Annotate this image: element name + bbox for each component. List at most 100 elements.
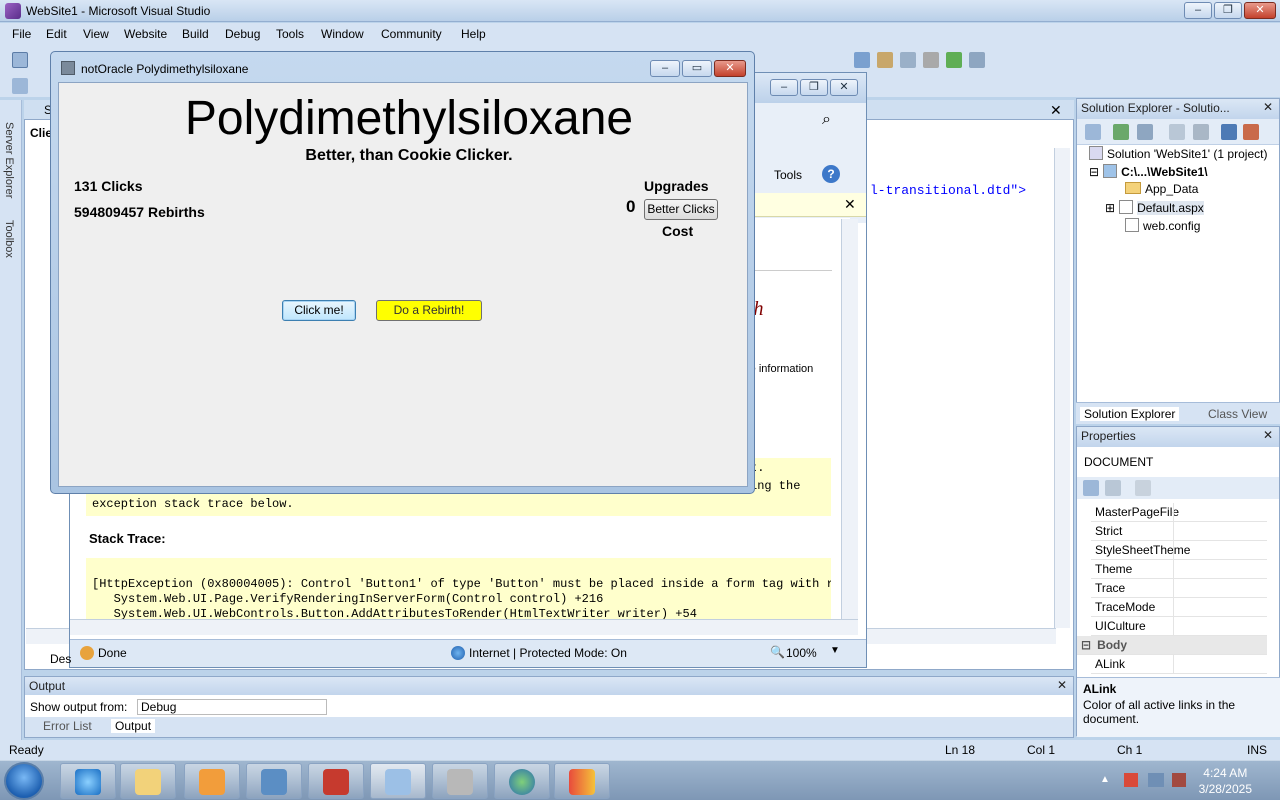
property-row[interactable]: MasterPageFile — [1091, 503, 1267, 522]
app-minimize-button[interactable]: – — [650, 60, 680, 77]
find-icon[interactable] — [854, 52, 870, 68]
taskbar-media-player[interactable] — [184, 763, 240, 799]
tab-error-list[interactable]: Error List — [43, 719, 92, 733]
taskbar-explorer[interactable] — [120, 763, 176, 799]
taskbar-toolbox-app[interactable] — [308, 763, 364, 799]
editor-vertical-scrollbar[interactable] — [1054, 148, 1070, 628]
toolbox-icon[interactable] — [923, 52, 939, 68]
menu-window[interactable]: Window — [321, 27, 364, 41]
nest-related-files-icon[interactable] — [1137, 124, 1153, 140]
zoom-level[interactable]: 100% — [786, 646, 817, 660]
infobar-close-icon[interactable]: ✕ — [844, 196, 856, 213]
command-window-icon[interactable] — [969, 52, 985, 68]
menu-website[interactable]: Website — [124, 27, 167, 41]
new-project-icon[interactable] — [12, 52, 28, 68]
show-hidden-icons-icon[interactable]: ▲ — [1100, 774, 1110, 785]
copy-website-icon[interactable] — [1221, 124, 1237, 140]
tree-item-default-aspx[interactable]: ⊞ Default.aspx — [1105, 200, 1204, 215]
panel-close-icon[interactable]: ✕ — [1263, 100, 1273, 114]
property-pages-icon[interactable] — [1135, 480, 1151, 496]
better-clicks-button[interactable]: Better Clicks — [644, 199, 718, 220]
action-center-icon[interactable] — [1124, 773, 1138, 787]
ie-restore-button[interactable]: ❐ — [800, 79, 828, 96]
stack-line-1: [HttpException (0x80004005): Control 'Bu… — [92, 577, 831, 591]
start-page-icon[interactable] — [946, 52, 962, 68]
categorized-icon[interactable] — [1083, 480, 1099, 496]
taskbar-visual-studio[interactable] — [554, 763, 610, 799]
menu-tools[interactable]: Tools — [276, 27, 304, 41]
panel-close-icon[interactable]: ✕ — [1057, 678, 1067, 692]
asp-net-configuration-icon[interactable] — [1243, 124, 1259, 140]
collapse-icon[interactable]: ⊟ — [1081, 638, 1091, 652]
taskbar-internet-explorer[interactable] — [60, 763, 116, 799]
property-category-body[interactable]: ⊟ Body — [1077, 636, 1267, 655]
app-maximize-button[interactable]: ▭ — [682, 60, 712, 77]
property-row[interactable]: Theme — [1091, 560, 1267, 579]
client-objects-dropdown[interactable]: Clie — [30, 126, 52, 140]
view-code-icon[interactable] — [1169, 124, 1185, 140]
properties-icon[interactable] — [877, 52, 893, 68]
tab-solution-explorer[interactable]: Solution Explorer — [1080, 407, 1180, 421]
refresh-icon[interactable] — [1113, 124, 1129, 140]
collapse-icon[interactable]: ⊟ — [1089, 165, 1099, 179]
tab-class-view[interactable]: Class View — [1208, 407, 1267, 421]
design-tab[interactable]: Des — [50, 652, 71, 666]
object-selector[interactable]: DOCUMENT — [1081, 453, 1275, 473]
property-row[interactable]: Strict — [1091, 522, 1267, 541]
taskbar-computer[interactable] — [246, 763, 302, 799]
restore-button[interactable]: ❐ — [1214, 2, 1242, 19]
menu-file[interactable]: File — [12, 27, 31, 41]
search-icon[interactable]: ⌕ — [822, 111, 831, 129]
taskbar-notoracle-app[interactable] — [370, 763, 426, 799]
ie-close-button[interactable]: ✕ — [830, 79, 858, 96]
zoom-icon[interactable]: 🔍 — [770, 645, 785, 659]
system-clock[interactable]: 4:24 AM 3/28/2025 — [1199, 765, 1252, 797]
menu-edit[interactable]: Edit — [46, 27, 67, 41]
view-designer-icon[interactable] — [1193, 124, 1209, 140]
property-row[interactable]: StyleSheetTheme — [1091, 541, 1267, 560]
property-row[interactable]: ALink — [1091, 655, 1267, 674]
taskbar-globe-app[interactable] — [494, 763, 550, 799]
tab-output[interactable]: Output — [111, 719, 156, 733]
menu-help[interactable]: Help — [461, 27, 486, 41]
panel-close-icon[interactable]: ✕ — [1263, 428, 1273, 442]
rebirth-button[interactable]: Do a Rebirth! — [376, 300, 482, 321]
object-browser-icon[interactable] — [900, 52, 916, 68]
tools-menu[interactable]: Tools — [774, 168, 802, 182]
tree-item-solution[interactable]: Solution 'WebSite1' (1 project) — [1089, 146, 1267, 161]
taskbar-tool[interactable] — [432, 763, 488, 799]
property-row[interactable]: TraceMode — [1091, 598, 1267, 617]
menu-community[interactable]: Community — [381, 27, 442, 41]
app-titlebar[interactable]: notOracle Polydimethylsiloxane – ▭ ✕ — [51, 52, 754, 82]
visual-studio-logo-icon — [5, 3, 21, 19]
expand-icon[interactable]: ⊞ — [1105, 201, 1115, 215]
click-me-button[interactable]: Click me! — [282, 300, 356, 321]
close-button[interactable]: ✕ — [1244, 2, 1276, 19]
tree-item-web-config[interactable]: web.config — [1125, 218, 1200, 233]
ie-minimize-button[interactable]: – — [770, 79, 798, 96]
property-row[interactable]: UICulture — [1091, 617, 1267, 636]
property-row[interactable]: Trace — [1091, 579, 1267, 598]
zoom-dropdown-icon[interactable]: ▼ — [830, 645, 840, 656]
server-explorer-tab[interactable]: Server Explorer — [3, 122, 15, 198]
menu-view[interactable]: View — [83, 27, 109, 41]
alphabetical-icon[interactable] — [1105, 480, 1121, 496]
menu-build[interactable]: Build — [182, 27, 209, 41]
ie-vertical-scrollbar[interactable] — [841, 219, 858, 619]
menu-debug[interactable]: Debug — [225, 27, 260, 41]
network-icon[interactable] — [1148, 773, 1164, 787]
ie-horizontal-scrollbar[interactable] — [70, 619, 858, 635]
volume-icon[interactable] — [1172, 773, 1186, 787]
solution-explorer-panel: Solution Explorer - Solutio... ✕ Solutio… — [1076, 98, 1280, 424]
minimize-button[interactable]: – — [1184, 2, 1212, 19]
properties-icon[interactable] — [1085, 124, 1101, 140]
toolbox-tab[interactable]: Toolbox — [3, 220, 15, 258]
app-close-button[interactable]: ✕ — [714, 60, 746, 77]
tree-item-app-data[interactable]: App_Data — [1125, 182, 1198, 196]
output-source-select[interactable]: Debug — [137, 699, 327, 715]
editor-close-icon[interactable]: ✕ — [1050, 102, 1062, 119]
tree-item-website[interactable]: ⊟ C:\...\WebSite1\ — [1089, 164, 1208, 179]
start-button[interactable] — [4, 762, 44, 800]
toolbar-icon[interactable] — [12, 78, 28, 94]
help-icon[interactable]: ? — [822, 165, 840, 183]
